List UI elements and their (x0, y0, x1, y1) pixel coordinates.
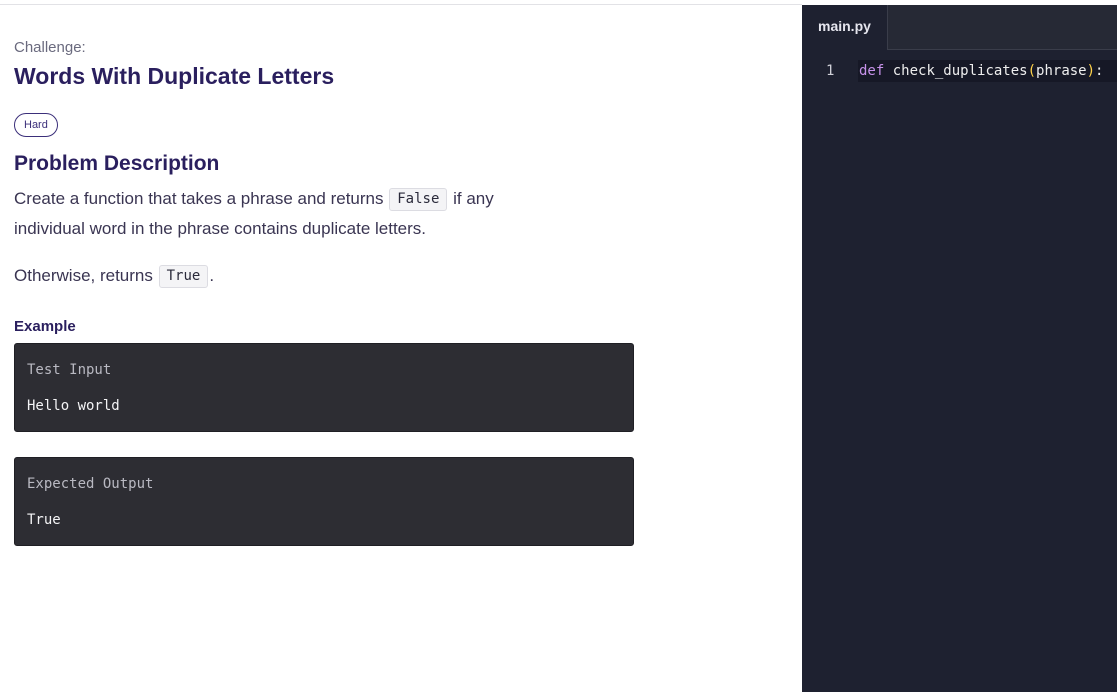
expected-output-value: True (27, 512, 61, 528)
paren-token: ( (1027, 63, 1037, 79)
expected-output-label: Expected Output (27, 476, 154, 492)
test-input-label: Test Input (27, 362, 112, 378)
code-line[interactable]: 1 def check_duplicates(phrase): (802, 60, 1117, 82)
problem-description-heading: Problem Description (14, 152, 220, 175)
expected-output-box: Expected Output True (14, 457, 634, 546)
challenge-label: Challenge: (14, 39, 86, 56)
challenge-title: Words With Duplicate Letters (14, 63, 335, 89)
tab-main-py[interactable]: main.py (802, 5, 887, 50)
problem-panel: Challenge: Words With Duplicate Letters … (0, 5, 802, 692)
inline-code-true: True (158, 265, 209, 288)
app-page: Challenge: Words With Duplicate Letters … (0, 0, 1117, 692)
code-editor: main.py 1 def check_duplicates(phrase): (802, 5, 1117, 692)
parameter-token: phrase (1036, 63, 1087, 79)
example-heading: Example (14, 318, 76, 335)
description-line-2: individual word in the phrase contains d… (14, 219, 427, 238)
description-text: if any (448, 189, 494, 208)
description-text: . (209, 266, 215, 285)
line-number: 1 (826, 63, 835, 79)
function-name-token: check_duplicates (892, 63, 1028, 79)
editor-tab-bar: main.py (802, 5, 1117, 50)
description-line-1: Create a function that takes a phrase an… (14, 188, 494, 211)
description-line-3: Otherwise, returns True. (14, 265, 214, 288)
test-input-box: Test Input Hello world (14, 343, 634, 432)
description-text: Otherwise, returns (14, 266, 158, 285)
tab-bar-empty-area (887, 5, 1117, 50)
paren-token: ) (1086, 63, 1096, 79)
inline-code-false: False (389, 188, 448, 211)
line-content[interactable]: def check_duplicates(phrase): (858, 60, 1117, 82)
test-input-value: Hello world (27, 398, 120, 414)
difficulty-badge: Hard (14, 113, 58, 137)
colon-token: : (1095, 63, 1104, 79)
description-text: Create a function that takes a phrase an… (14, 189, 389, 208)
keyword-token: def (859, 63, 885, 79)
code-input-area[interactable]: 1 def check_duplicates(phrase): (802, 50, 1117, 692)
